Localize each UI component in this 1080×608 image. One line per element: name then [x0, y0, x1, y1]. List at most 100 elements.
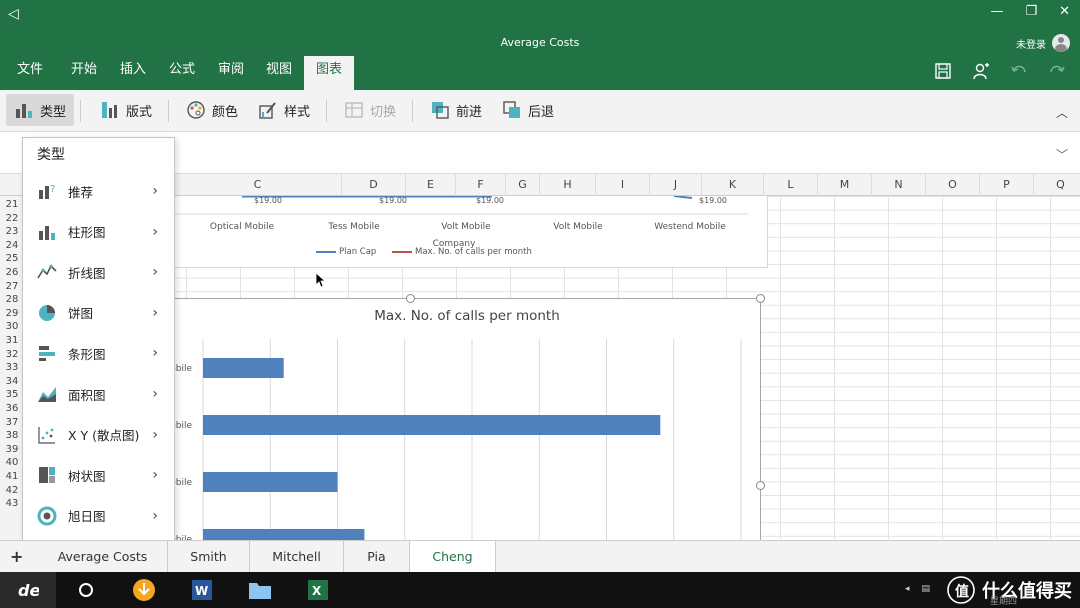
sign-in-area[interactable]: 未登录	[1016, 34, 1070, 52]
column-header[interactable]: M	[818, 174, 872, 196]
bar[interactable]	[203, 415, 661, 435]
row-header[interactable]: 21	[0, 198, 24, 212]
row-header[interactable]: 34	[0, 375, 24, 389]
chart-type-item[interactable]: ? 推荐 ›	[23, 171, 174, 211]
column-header[interactable]: P	[980, 174, 1034, 196]
row-header[interactable]: 24	[0, 239, 24, 253]
close-icon[interactable]: ✕	[1059, 4, 1070, 19]
tray-arrow-icon[interactable]: ◂	[905, 584, 910, 594]
max-calls-chart[interactable]: Max. No. of calls per month obileobileob…	[174, 294, 765, 541]
tab-review[interactable]: 审阅	[206, 56, 256, 90]
resize-handle[interactable]	[406, 294, 415, 303]
sheet-tab[interactable]: Pia	[344, 541, 410, 573]
plan-cap-chart[interactable]: $19.00 $19.00 $19.00 $19.00 Optical Mobi…	[174, 196, 768, 268]
ribbon-separator	[326, 100, 327, 122]
chart-type-item[interactable]: 饼图 ›	[23, 293, 174, 333]
column-header[interactable]: L	[764, 174, 818, 196]
share-person-icon[interactable]	[972, 62, 990, 80]
row-header[interactable]: 38	[0, 429, 24, 443]
chart-type-item[interactable]: 折线图 ›	[23, 252, 174, 292]
row-header[interactable]: 28	[0, 293, 24, 307]
column-header[interactable]: N	[872, 174, 926, 196]
row-header[interactable]: 42	[0, 484, 24, 498]
launcher-logo-icon[interactable]: de	[0, 572, 56, 608]
row-header[interactable]: 30	[0, 320, 24, 334]
row-header[interactable]: 43	[0, 497, 24, 511]
chart-type-item[interactable]: 条形图 ›	[23, 333, 174, 373]
add-sheet-icon[interactable]: +	[10, 547, 23, 566]
column-header[interactable]: E	[406, 174, 456, 196]
restore-icon[interactable]: ❐	[1025, 4, 1037, 19]
chart-type-item[interactable]: 面积图 ›	[23, 374, 174, 414]
tray-menu-icon[interactable]: ▤	[921, 584, 930, 594]
row-header[interactable]: 37	[0, 416, 24, 430]
tab-chart[interactable]: 图表	[304, 56, 355, 90]
collapse-ribbon-icon[interactable]: ︿	[1056, 104, 1068, 121]
switch-row-column-button[interactable]: 切换	[336, 94, 404, 126]
column-header[interactable]: O	[926, 174, 980, 196]
sheet-tab[interactable]: Smith	[168, 541, 250, 573]
save-icon[interactable]	[934, 62, 952, 80]
resize-handle[interactable]	[756, 481, 765, 490]
redo-icon[interactable]	[1048, 62, 1066, 80]
send-backward-button[interactable]: 后退	[494, 94, 562, 126]
row-header[interactable]: 39	[0, 443, 24, 457]
style-button[interactable]: 样式	[250, 94, 318, 126]
chart-type-item[interactable]: 柱形图 ›	[23, 212, 174, 252]
column-header[interactable]: K	[702, 174, 764, 196]
chart-type-item[interactable]: X Y (散点图) ›	[23, 415, 174, 455]
sheet-tab-active[interactable]: Cheng	[410, 541, 496, 573]
chart-type-button[interactable]: 类型	[6, 94, 75, 126]
color-button[interactable]: 颜色	[178, 94, 246, 126]
sheet-tab[interactable]: Mitchell	[250, 541, 344, 573]
bring-forward-button[interactable]: 前进	[422, 94, 490, 126]
column-header[interactable]: J	[650, 174, 702, 196]
row-header[interactable]: 33	[0, 361, 24, 375]
column-header[interactable]: I	[596, 174, 650, 196]
chart-type-item[interactable]: 旭日图 ›	[23, 496, 174, 536]
column-header[interactable]: F	[456, 174, 506, 196]
folder-icon[interactable]	[244, 572, 276, 608]
ribbon-separator	[412, 100, 413, 122]
sheet-tab[interactable]: Average Costs	[38, 541, 168, 573]
column-header[interactable]: G	[506, 174, 540, 196]
column-header[interactable]: C	[174, 174, 342, 196]
tab-view[interactable]: 视图	[254, 56, 304, 90]
row-header[interactable]: 36	[0, 402, 24, 416]
row-header[interactable]: 23	[0, 225, 24, 239]
word-app-icon[interactable]: W	[186, 572, 218, 608]
row-header[interactable]: 32	[0, 348, 24, 362]
category-label: Volt Mobile	[441, 222, 491, 232]
row-header[interactable]: 41	[0, 470, 24, 484]
column-header[interactable]: Q	[1034, 174, 1080, 196]
home-circle-icon[interactable]	[70, 572, 102, 608]
tab-formulas[interactable]: 公式	[157, 56, 207, 90]
bar[interactable]	[203, 358, 284, 378]
undo-icon[interactable]	[1010, 62, 1028, 80]
resize-handle[interactable]	[756, 294, 765, 303]
minimize-icon[interactable]: —	[990, 4, 1003, 19]
chevron-down-icon[interactable]: ﹀	[1056, 146, 1068, 163]
row-header[interactable]: 27	[0, 280, 24, 294]
bar[interactable]	[203, 472, 338, 492]
row-header[interactable]: 35	[0, 388, 24, 402]
tab-file[interactable]: 文件	[5, 56, 55, 90]
tab-home[interactable]: 开始	[59, 56, 109, 90]
row-header[interactable]: 40	[0, 456, 24, 470]
column-header[interactable]: H	[540, 174, 596, 196]
layout-button[interactable]: 版式	[92, 94, 160, 126]
avatar[interactable]	[1052, 34, 1070, 52]
tab-insert[interactable]: 插入	[108, 56, 158, 90]
row-header[interactable]: 29	[0, 307, 24, 321]
row-header[interactable]: 31	[0, 334, 24, 348]
row-header[interactable]: 25	[0, 252, 24, 266]
data-label: $19.00	[476, 196, 504, 205]
chart-type-item[interactable]: 树状图 ›	[23, 455, 174, 495]
column-header[interactable]: D	[342, 174, 406, 196]
back-arrow-icon[interactable]: ◁	[8, 6, 19, 22]
row-header[interactable]: 26	[0, 266, 24, 280]
select-all-corner[interactable]	[0, 174, 24, 196]
excel-app-icon[interactable]: X	[302, 572, 334, 608]
download-icon[interactable]	[128, 572, 160, 608]
row-header[interactable]: 22	[0, 212, 24, 226]
